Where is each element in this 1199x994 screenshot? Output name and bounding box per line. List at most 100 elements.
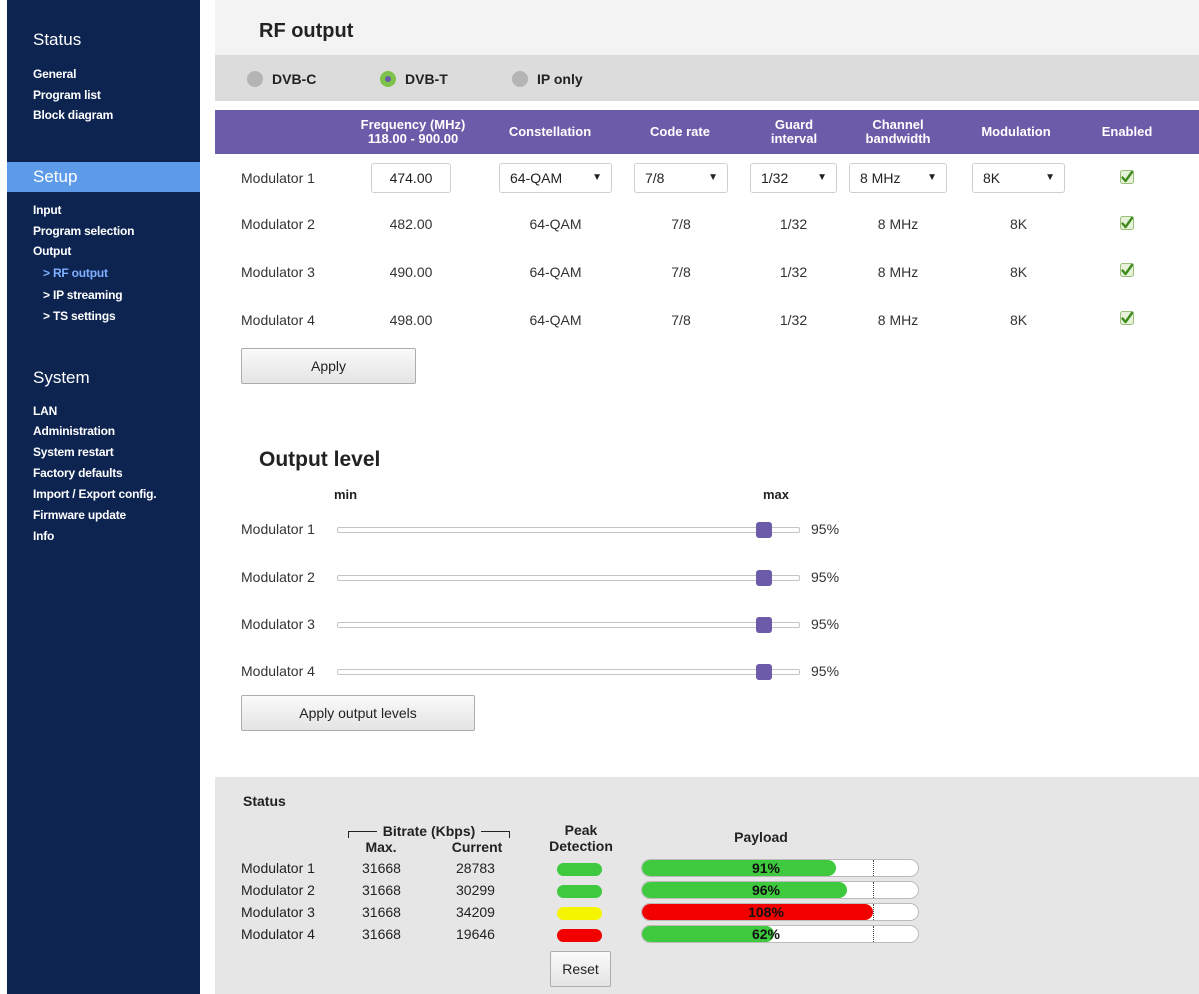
sidebar-section-system: System <box>33 368 90 387</box>
enabled-checkbox-1[interactable] <box>1120 170 1134 184</box>
status-row-3-max: 31668 <box>362 904 401 920</box>
header-guard-line2: interval <box>770 131 818 146</box>
modulation-value-3: 8K <box>1009 264 1028 280</box>
payload-header: Payload <box>734 829 788 845</box>
output-level-slider-2[interactable] <box>337 575 800 581</box>
code-rate-select-value: 7/8 <box>645 170 665 186</box>
radio-unselected-icon <box>247 71 263 87</box>
sidebar-item-block-diagram[interactable]: Block diagram <box>33 107 113 123</box>
radio-dvb-t[interactable]: DVB-T <box>380 70 448 88</box>
enabled-checkbox-3[interactable] <box>1120 263 1134 277</box>
header-modulation: Modulation <box>981 124 1051 139</box>
guard-interval-select-1[interactable]: 1/32 ▼ <box>750 163 837 193</box>
status-row-2-name: Modulator 2 <box>241 882 315 898</box>
header-band <box>215 0 1199 55</box>
sidebar-item-info[interactable]: Info <box>33 528 54 544</box>
sidebar-section-status: Status <box>33 30 82 49</box>
main-content: RF output DVB-C DVB-T IP only Frequency … <box>215 0 1199 994</box>
level-row-1-name: Modulator 1 <box>241 521 315 537</box>
peak-indicator-3 <box>557 907 602 920</box>
dropdown-arrow-icon: ▼ <box>592 172 602 183</box>
header-bw-line2: bandwidth <box>865 131 931 146</box>
sidebar-item-general[interactable]: General <box>33 66 76 82</box>
peak-indicator-4 <box>557 929 602 942</box>
output-level-slider-3[interactable] <box>337 622 800 628</box>
frequency-value-4: 498.00 <box>389 312 433 328</box>
guard-interval-value-2: 1/32 <box>779 216 808 232</box>
sidebar-section-setup: Setup <box>7 162 200 192</box>
level-row-4-name: Modulator 4 <box>241 663 315 679</box>
sidebar-item-program-selection[interactable]: Program selection <box>33 223 135 239</box>
header-guard-line1: Guard <box>774 117 814 132</box>
sidebar-item-import-export-config[interactable]: Import / Export config. <box>33 486 157 502</box>
payload-bar-3: 108% <box>641 903 919 921</box>
sidebar-item-ts-settings[interactable]: > TS settings <box>43 308 116 324</box>
sidebar-item-rf-output[interactable]: > RF output <box>43 265 108 281</box>
bandwidth-select-1[interactable]: 8 MHz ▼ <box>849 163 947 193</box>
code-rate-select-1[interactable]: 7/8 ▼ <box>634 163 728 193</box>
guard-interval-value-4: 1/32 <box>779 312 808 328</box>
payload-label-3: 108% <box>748 904 784 920</box>
slider-thumb-1[interactable] <box>756 522 772 538</box>
output-level-slider-1[interactable] <box>337 527 800 533</box>
level-row-2-name: Modulator 2 <box>241 569 315 585</box>
sidebar-item-system-restart[interactable]: System restart <box>33 444 114 460</box>
modulation-select-1[interactable]: 8K ▼ <box>972 163 1065 193</box>
modulation-select-value: 8K <box>983 170 1001 186</box>
guard-interval-value-3: 1/32 <box>779 264 808 280</box>
slider-thumb-4[interactable] <box>756 664 772 680</box>
status-row-4-name: Modulator 4 <box>241 926 315 942</box>
row-4-name: Modulator 4 <box>241 312 315 328</box>
constellation-value-2: 64-QAM <box>529 216 582 232</box>
status-title: Status <box>243 793 286 809</box>
bandwidth-value-3: 8 MHz <box>877 264 919 280</box>
reset-button[interactable]: Reset <box>550 951 611 987</box>
sidebar-item-administration[interactable]: Administration <box>33 423 115 439</box>
radio-label: IP only <box>537 71 583 87</box>
radio-ip-only[interactable]: IP only <box>512 70 583 88</box>
code-rate-value-4: 7/8 <box>671 312 691 328</box>
radio-dvb-c[interactable]: DVB-C <box>247 70 316 88</box>
slider-min-label: min <box>334 487 358 502</box>
sidebar-item-lan[interactable]: LAN <box>33 403 57 419</box>
radio-label: DVB-C <box>272 71 317 87</box>
sidebar-item-program-list[interactable]: Program list <box>33 87 101 103</box>
status-panel: Status Bitrate (Kbps) Max. Current Peak … <box>215 777 1199 994</box>
guard-interval-select-value: 1/32 <box>761 170 789 186</box>
payload-bar-2: 96% <box>641 881 919 899</box>
sidebar-item-ip-streaming[interactable]: > IP streaming <box>43 287 123 303</box>
mode-selector: DVB-C DVB-T IP only <box>215 55 1199 101</box>
constellation-value-4: 64-QAM <box>529 312 582 328</box>
dropdown-arrow-icon: ▼ <box>927 172 937 183</box>
constellation-select-1[interactable]: 64-QAM ▼ <box>499 163 612 193</box>
peak-indicator-1 <box>557 863 602 876</box>
apply-output-levels-button[interactable]: Apply output levels <box>241 695 475 731</box>
status-row-4-max: 31668 <box>362 926 401 942</box>
output-level-slider-4[interactable] <box>337 669 800 675</box>
status-row-1-max: 31668 <box>362 860 401 876</box>
apply-button[interactable]: Apply <box>241 348 416 384</box>
enabled-checkbox-4[interactable] <box>1120 311 1134 325</box>
enabled-checkbox-2[interactable] <box>1120 216 1134 230</box>
sidebar-item-output[interactable]: Output <box>33 243 71 259</box>
current-header: Current <box>451 839 503 855</box>
level-percent-1: 95% <box>811 521 840 537</box>
frequency-input-1[interactable]: 474.00 <box>371 163 451 193</box>
constellation-select-value: 64-QAM <box>510 170 563 186</box>
status-row-2-max: 31668 <box>362 882 401 898</box>
sidebar-item-firmware-update[interactable]: Firmware update <box>33 507 126 523</box>
level-percent-3: 95% <box>811 616 840 632</box>
payload-bar-1: 91% <box>641 859 919 877</box>
constellation-value-3: 64-QAM <box>529 264 582 280</box>
row-2-name: Modulator 2 <box>241 216 315 232</box>
bitrate-header: Bitrate (Kbps) <box>382 823 476 839</box>
max-header: Max. <box>365 839 397 855</box>
slider-thumb-2[interactable] <box>756 570 772 586</box>
sidebar-item-factory-defaults[interactable]: Factory defaults <box>33 465 123 481</box>
sidebar-item-input[interactable]: Input <box>33 202 62 218</box>
header-channel-bandwidth: Channel bandwidth <box>848 110 948 154</box>
status-row-1-name: Modulator 1 <box>241 860 315 876</box>
radio-label: DVB-T <box>405 71 448 87</box>
slider-thumb-3[interactable] <box>756 617 772 633</box>
row-3-name: Modulator 3 <box>241 264 315 280</box>
